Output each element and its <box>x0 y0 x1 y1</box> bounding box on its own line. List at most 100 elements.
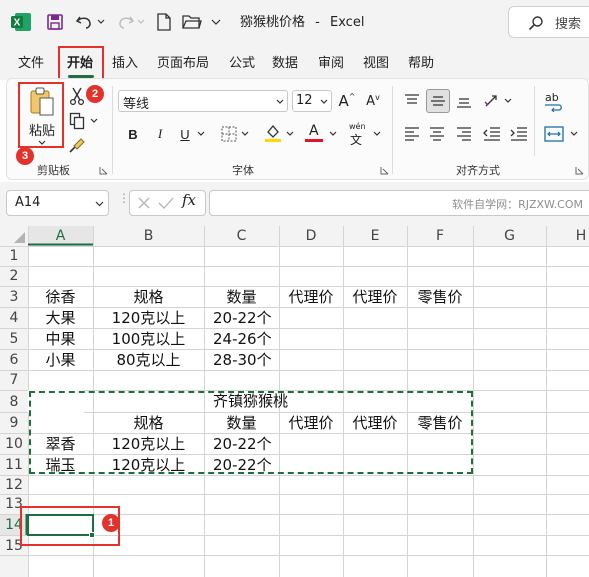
cell-c4[interactable]: 20-22个 <box>204 308 279 328</box>
grow-font-button[interactable]: A ^ <box>337 90 357 112</box>
alignment-launcher-icon[interactable] <box>574 165 584 175</box>
copy-icon[interactable] <box>67 111 87 131</box>
tab-insert[interactable]: 插入 <box>112 54 138 74</box>
row-header-10[interactable]: 10 <box>0 434 28 454</box>
row-header-11[interactable]: 11 <box>0 455 28 475</box>
search-box[interactable]: 搜索 <box>508 6 589 38</box>
merge-dropdown-icon[interactable] <box>569 129 579 139</box>
tab-help[interactable]: 帮助 <box>408 54 434 74</box>
font-color-swatch <box>305 139 323 142</box>
tab-review[interactable]: 审阅 <box>318 54 344 74</box>
orientation-dropdown-icon[interactable] <box>503 96 513 106</box>
cell-e3[interactable]: 代理价 <box>343 287 407 307</box>
phonetic-guide-button[interactable]: wén 文 <box>346 122 368 147</box>
cell-c6[interactable]: 28-30个 <box>204 350 279 370</box>
cell-c3[interactable]: 数量 <box>204 287 279 307</box>
decrease-indent-icon[interactable] <box>481 123 503 145</box>
cell-a5[interactable]: 中果 <box>28 329 93 349</box>
col-header-f[interactable]: F <box>407 226 473 246</box>
tab-formulas[interactable]: 公式 <box>229 54 255 74</box>
cell-b6[interactable]: 80克以上 <box>93 350 204 370</box>
select-all-corner-icon[interactable] <box>14 232 25 243</box>
tab-view[interactable]: 视图 <box>363 54 389 74</box>
row-header-3[interactable]: 3 <box>0 287 28 307</box>
clipboard-launcher-icon[interactable] <box>98 165 108 175</box>
col-header-c[interactable]: C <box>204 226 279 246</box>
borders-dropdown-icon[interactable] <box>240 129 250 139</box>
ribbon-separator <box>534 86 535 156</box>
orientation-icon[interactable] <box>481 90 503 112</box>
col-header-d[interactable]: D <box>279 226 343 246</box>
underline-dropdown-icon[interactable] <box>196 129 206 139</box>
row-header-6[interactable]: 6 <box>0 350 28 370</box>
font-size-combo[interactable]: 12 <box>292 90 332 112</box>
font-name-combo[interactable]: 等线 <box>118 90 288 112</box>
worksheet[interactable]: A B C D E F G H 1 2 3 4 5 6 7 8 9 10 11 … <box>0 226 589 577</box>
row-header-2[interactable]: 2 <box>0 266 28 286</box>
align-center-icon[interactable] <box>426 123 448 145</box>
tab-data[interactable]: 数据 <box>272 54 298 74</box>
save-icon[interactable] <box>45 12 65 32</box>
align-left-icon[interactable] <box>401 123 423 145</box>
name-box[interactable]: A14 <box>6 190 109 216</box>
font-name-dropdown-icon[interactable] <box>275 97 285 107</box>
formula-input[interactable]: 软件自学网：RJZXW.COM <box>209 190 589 216</box>
cell-d3[interactable]: 代理价 <box>279 287 343 307</box>
col-header-g[interactable]: G <box>473 226 546 246</box>
cell-a3[interactable]: 徐香 <box>28 287 93 307</box>
watermark-text: 软件自学网：RJZXW.COM <box>452 198 583 211</box>
tab-file[interactable]: 文件 <box>18 54 44 74</box>
row-header-9[interactable]: 9 <box>0 413 28 433</box>
align-right-icon[interactable] <box>453 123 475 145</box>
phonetic-dropdown-icon[interactable] <box>372 129 382 139</box>
open-folder-icon[interactable] <box>181 12 203 32</box>
col-header-e[interactable]: E <box>343 226 407 246</box>
font-launcher-icon[interactable] <box>379 165 389 175</box>
cell-a4[interactable]: 大果 <box>28 308 93 328</box>
fill-color-dropdown-icon[interactable] <box>285 129 295 139</box>
font-color-dropdown-icon[interactable] <box>328 129 338 139</box>
bold-button[interactable]: B <box>124 124 142 144</box>
font-name-value: 等线 <box>123 97 150 112</box>
col-header-a[interactable]: A <box>28 226 93 246</box>
format-painter-icon[interactable] <box>67 135 87 155</box>
align-middle-icon[interactable] <box>426 89 450 113</box>
cell-c5[interactable]: 24-26个 <box>204 329 279 349</box>
row-header-7[interactable]: 7 <box>0 370 28 390</box>
insert-function-button[interactable]: fx <box>182 191 196 209</box>
cell-f3[interactable]: 零售价 <box>407 287 473 307</box>
row-header-5[interactable]: 5 <box>0 329 28 349</box>
increase-indent-icon[interactable] <box>508 123 530 145</box>
undo-icon[interactable] <box>74 12 96 32</box>
wrap-text-button[interactable]: ab <box>542 90 566 114</box>
cell-a6[interactable]: 小果 <box>28 350 93 370</box>
col-header-h[interactable]: H <box>546 226 589 246</box>
borders-icon[interactable] <box>219 124 239 144</box>
align-top-icon[interactable] <box>401 90 423 112</box>
col-header-b[interactable]: B <box>93 226 204 246</box>
new-file-icon[interactable] <box>154 12 174 32</box>
font-size-dropdown-icon[interactable] <box>319 97 329 107</box>
row-header-4[interactable]: 4 <box>0 308 28 328</box>
name-box-dropdown-icon[interactable] <box>93 199 105 209</box>
underline-button[interactable]: U <box>176 124 194 144</box>
tab-page-layout[interactable]: 页面布局 <box>157 54 209 74</box>
row-header-12[interactable]: 12 <box>0 475 28 495</box>
undo-dropdown-icon[interactable] <box>96 12 106 32</box>
font-color-button[interactable]: A <box>304 122 324 144</box>
row-header-1[interactable]: 1 <box>0 246 28 266</box>
cell-b3[interactable]: 规格 <box>93 287 204 307</box>
fill-color-icon[interactable] <box>262 122 284 144</box>
italic-button[interactable]: I <box>151 124 169 144</box>
cell-b4[interactable]: 120克以上 <box>93 308 204 328</box>
align-bottom-icon[interactable] <box>453 90 475 112</box>
cell-b5[interactable]: 100克以上 <box>93 329 204 349</box>
cut-icon[interactable] <box>67 86 87 106</box>
shrink-font-button[interactable]: Av <box>363 90 383 112</box>
row-header-8[interactable]: 8 <box>0 392 28 412</box>
name-box-value: A14 <box>15 195 41 210</box>
tab-home-highlight <box>58 46 104 82</box>
merge-center-icon[interactable] <box>542 123 566 145</box>
copy-dropdown-icon[interactable] <box>89 115 99 127</box>
qat-customize-icon[interactable] <box>210 12 222 32</box>
